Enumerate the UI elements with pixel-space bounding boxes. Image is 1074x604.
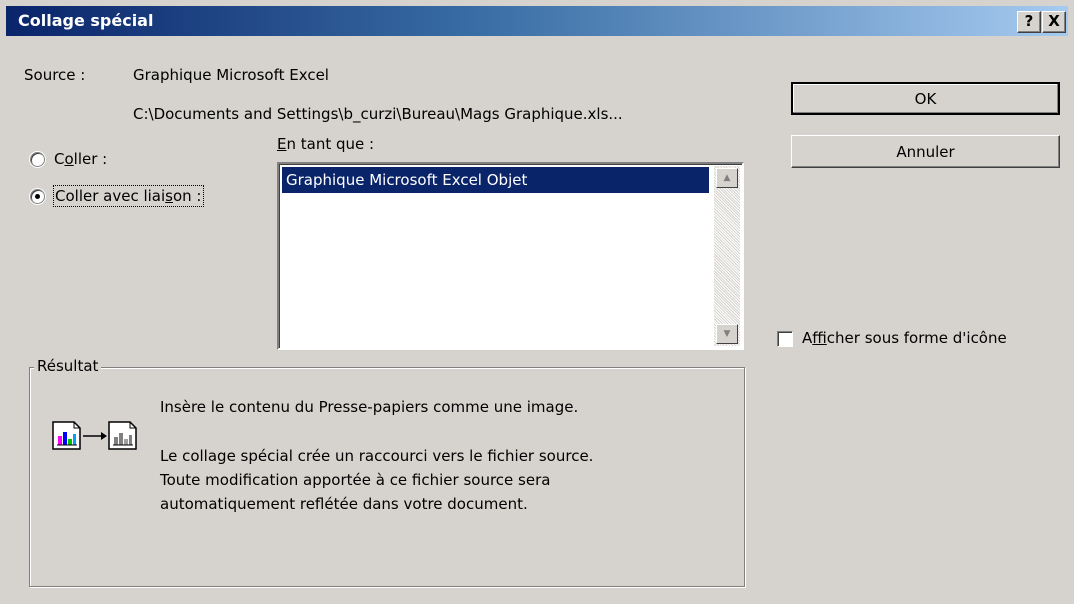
paste-option[interactable]: Coller : <box>30 150 190 172</box>
display-as-icon-label: Afficher sous forme d'icône <box>802 329 1007 347</box>
display-as-icon-checkbox[interactable] <box>777 331 793 347</box>
paste-link-label: Coller avec liaison : <box>53 185 204 207</box>
source-name: Graphique Microsoft Excel <box>133 66 329 84</box>
result-description-line3: Toute modification apportée à ce fichier… <box>160 471 551 489</box>
source-path: C:\Documents and Settings\b_curzi\Bureau… <box>133 105 623 123</box>
result-description-line4: automatiquement reflétée dans votre docu… <box>160 495 528 513</box>
result-group-label: Résultat <box>34 357 102 375</box>
scroll-down-arrow-icon[interactable]: ▼ <box>716 324 738 344</box>
radio-selected-dot <box>35 194 40 199</box>
paste-radio[interactable] <box>30 152 45 167</box>
window-title: Collage spécial <box>18 11 154 30</box>
list-item[interactable]: Graphique Microsoft Excel Objet <box>282 167 709 193</box>
result-description-line1: Insère le contenu du Presse-papiers comm… <box>160 398 579 416</box>
cancel-button[interactable]: Annuler <box>791 135 1060 168</box>
help-button[interactable]: ? <box>1017 11 1041 33</box>
display-as-icon-option[interactable]: Afficher sous forme d'icône <box>777 328 1069 350</box>
close-button[interactable]: X <box>1042 11 1066 33</box>
scroll-up-arrow-icon[interactable]: ▲ <box>716 168 738 188</box>
paste-link-option[interactable]: Coller avec liaison : <box>30 185 255 210</box>
result-description: Le collage spécial crée un raccourci ver… <box>160 444 735 516</box>
as-type-listbox[interactable]: Graphique Microsoft Excel Objet ▲ ▼ <box>277 162 744 350</box>
listbox-scrollbar[interactable]: ▲ ▼ <box>714 166 740 346</box>
paste-link-radio[interactable] <box>30 189 45 204</box>
result-description-line2: Le collage spécial crée un raccourci ver… <box>160 447 594 465</box>
ok-button[interactable]: OK <box>791 82 1060 115</box>
title-bar[interactable]: Collage spécial ? X <box>6 6 1068 36</box>
paste-label: Coller : <box>54 150 108 168</box>
source-label: Source : <box>24 66 86 84</box>
as-label: En tant que : <box>277 135 375 153</box>
paste-link-chart-icon <box>52 415 157 455</box>
